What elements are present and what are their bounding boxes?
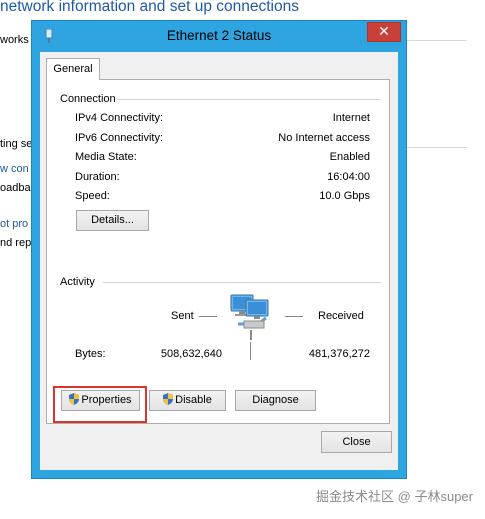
disable-button[interactable]: Disable bbox=[149, 390, 226, 411]
background-text-setting: ting se bbox=[0, 138, 33, 150]
background-link-troubleshoot[interactable]: ot pro bbox=[0, 218, 28, 230]
details-button[interactable]: Details... bbox=[76, 210, 149, 231]
ipv4-connectivity-label: IPv4 Connectivity: bbox=[75, 112, 164, 124]
activity-group-line bbox=[103, 282, 381, 283]
duration-label: Duration: bbox=[75, 171, 120, 183]
background-text-repair: nd rep bbox=[0, 237, 32, 249]
connection-group-label: Connection bbox=[60, 93, 116, 105]
background-page-title: network information and set up connectio… bbox=[0, 0, 299, 15]
disable-button-label: Disable bbox=[175, 394, 212, 406]
ipv4-connectivity-value: Internet bbox=[332, 112, 370, 124]
speed-label: Speed: bbox=[75, 190, 110, 202]
background-divider bbox=[405, 147, 467, 148]
received-line bbox=[285, 316, 303, 317]
media-state-value: Enabled bbox=[329, 151, 370, 163]
bytes-label: Bytes: bbox=[75, 348, 106, 360]
uac-shield-icon bbox=[163, 393, 174, 406]
background-text-broadband: oadba bbox=[0, 182, 31, 194]
tab-general[interactable]: General bbox=[46, 58, 100, 80]
network-activity-computers-icon bbox=[230, 294, 269, 340]
diagnose-button[interactable]: Diagnose bbox=[235, 390, 316, 411]
background-link-new-connection[interactable]: w con bbox=[0, 163, 29, 175]
close-window-button[interactable]: ✕ bbox=[367, 22, 401, 42]
sent-line bbox=[199, 316, 217, 317]
dialog-title: Ethernet 2 Status bbox=[166, 28, 272, 43]
close-button[interactable]: Close bbox=[321, 431, 392, 453]
media-state-label: Media State: bbox=[75, 151, 137, 163]
activity-group-label: Activity bbox=[60, 276, 95, 288]
speed-value: 10.0 Gbps bbox=[319, 190, 370, 202]
properties-highlight-box bbox=[53, 386, 147, 423]
connection-group-line bbox=[117, 99, 381, 100]
duration-value: 16:04:00 bbox=[327, 171, 370, 183]
bytes-sent-value: 508,632,640 bbox=[160, 348, 222, 360]
background-divider bbox=[405, 40, 467, 41]
bytes-divider bbox=[250, 342, 251, 360]
ipv6-connectivity-label: IPv6 Connectivity: bbox=[75, 132, 164, 144]
bytes-received-value: 481,376,272 bbox=[308, 348, 370, 360]
ipv6-connectivity-value: No Internet access bbox=[278, 132, 370, 144]
received-label: Received bbox=[318, 310, 364, 322]
general-tab-panel: Connection IPv4 Connectivity: Internet I… bbox=[46, 79, 390, 424]
watermark: 掘金技术社区 @ 子林super bbox=[316, 489, 473, 504]
sent-label: Sent bbox=[171, 310, 194, 322]
background-text-works: works bbox=[0, 34, 29, 46]
title-bar[interactable]: Ethernet 2 Status ✕ bbox=[32, 21, 406, 51]
